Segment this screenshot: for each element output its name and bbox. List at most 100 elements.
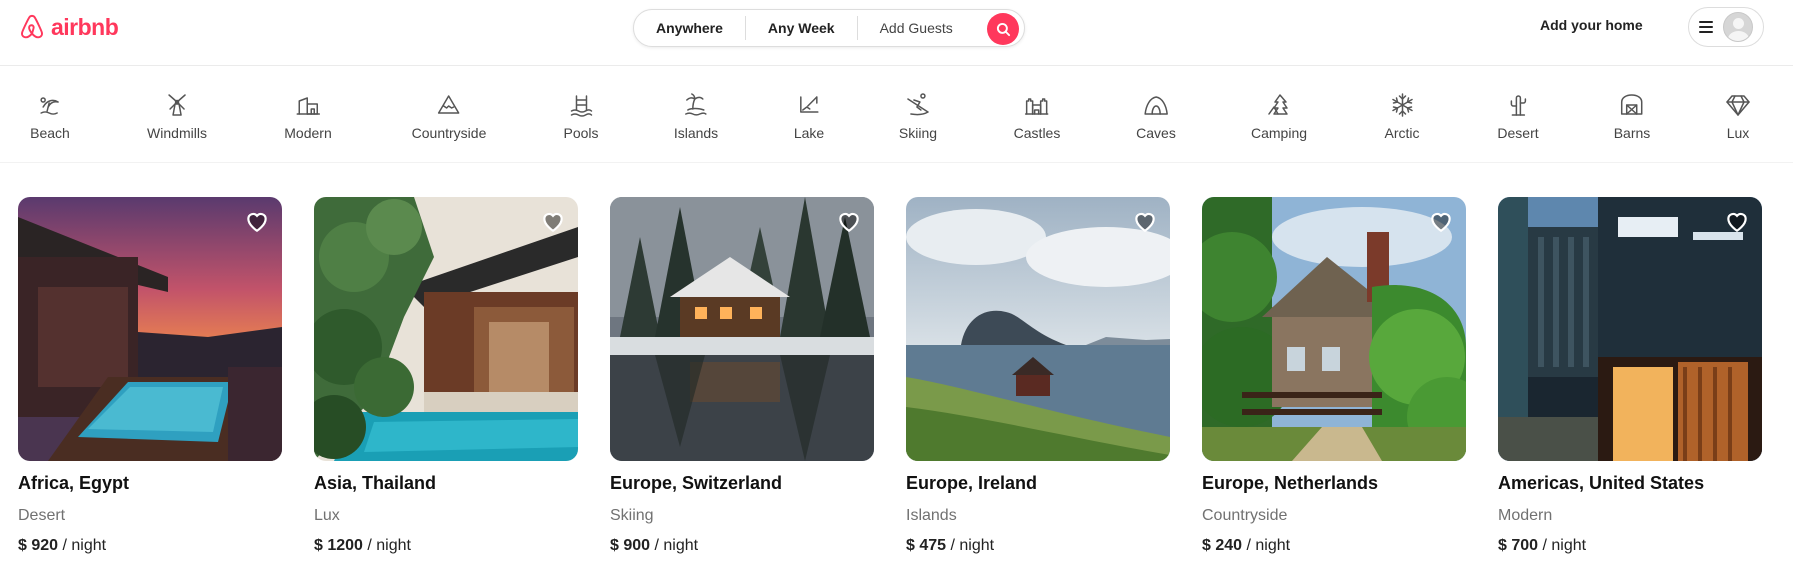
- favorite-button[interactable]: [1428, 208, 1454, 234]
- category-label: Desert: [1497, 125, 1539, 141]
- brand-name: airbnb: [51, 13, 119, 40]
- price-unit: / night: [654, 537, 699, 554]
- airbnb-logo-icon: [21, 14, 43, 39]
- category-skiing[interactable]: Skiing: [899, 92, 937, 141]
- top-header: airbnb Anywhere Any Week Add Guests Add …: [0, 0, 1793, 66]
- listing-photo[interactable]: [906, 197, 1170, 461]
- price-unit: / night: [950, 537, 995, 554]
- listing-category: Modern: [1498, 507, 1553, 524]
- category-label: Modern: [284, 125, 332, 141]
- listing-category: Lux: [314, 507, 340, 524]
- category-pools[interactable]: Pools: [563, 92, 599, 141]
- listing-price: $ 920 / night: [18, 537, 282, 555]
- listing-card[interactable]: Asia, Thailand Lux $ 1200 / night: [314, 197, 578, 555]
- category-label: Castles: [1013, 125, 1061, 141]
- pool-icon: [570, 95, 592, 117]
- favorite-button[interactable]: [1724, 208, 1750, 234]
- listing-category: Desert: [18, 507, 66, 524]
- category-label: Pools: [563, 125, 599, 141]
- listing-card[interactable]: Americas, United States Modern $ 700 / n…: [1498, 197, 1762, 555]
- price-amount: $ 920: [18, 537, 59, 554]
- castle-icon: [1025, 98, 1049, 115]
- category-camping[interactable]: Camping: [1251, 92, 1307, 141]
- price-amount: $ 240: [1202, 537, 1243, 554]
- listing-category: Islands: [906, 507, 957, 524]
- listing-photo[interactable]: [1498, 197, 1762, 461]
- dates-filter[interactable]: Any Week: [746, 17, 857, 39]
- snowflake-icon: [1391, 93, 1413, 117]
- category-lux[interactable]: Lux: [1725, 92, 1751, 141]
- category-label: Islands: [673, 125, 719, 141]
- diamond-icon: [1726, 95, 1750, 116]
- modern-house-icon: [296, 97, 320, 115]
- listing-title: Africa, Egypt: [18, 473, 130, 493]
- category-label: Beach: [30, 125, 70, 141]
- beach-icon: [40, 97, 59, 115]
- listing-category: Skiing: [610, 507, 654, 524]
- price-amount: $ 900: [610, 537, 651, 554]
- listing-card[interactable]: Europe, Switzerland Skiing $ 900 / night: [610, 197, 874, 555]
- category-lake[interactable]: Lake: [794, 92, 824, 141]
- category-windmills[interactable]: Windmills: [147, 92, 207, 141]
- listing-photo[interactable]: [1202, 197, 1466, 461]
- heart-icon: [1135, 212, 1155, 233]
- listing-title: Europe, Switzerland: [610, 473, 783, 493]
- listing-image: [906, 197, 1170, 461]
- listing-card[interactable]: Europe, Ireland Islands $ 475 / night: [906, 197, 1170, 555]
- search-bar[interactable]: Anywhere Any Week Add Guests: [633, 9, 1025, 47]
- favorite-button[interactable]: [1132, 208, 1158, 234]
- category-castles[interactable]: Castles: [1013, 92, 1061, 141]
- skiing-icon: [907, 93, 929, 116]
- listing-category: Countryside: [1202, 507, 1288, 524]
- airbnb-logo[interactable]: airbnb: [18, 11, 119, 43]
- heart-icon: [839, 212, 859, 233]
- listing-title: Asia, Thailand: [314, 473, 437, 493]
- hamburger-icon: [1699, 21, 1713, 33]
- guests-filter[interactable]: Add Guests: [858, 17, 963, 39]
- category-islands[interactable]: Islands: [674, 92, 718, 141]
- avatar: [1723, 12, 1753, 42]
- category-arctic[interactable]: Arctic: [1385, 92, 1420, 141]
- location-filter[interactable]: Anywhere: [634, 17, 745, 39]
- price-unit: / night: [367, 537, 411, 554]
- user-menu-button[interactable]: [1688, 7, 1764, 47]
- island-icon: [685, 93, 707, 116]
- heart-icon: [247, 212, 267, 233]
- listing-photo[interactable]: [314, 197, 578, 461]
- category-desert[interactable]: Desert: [1497, 92, 1539, 141]
- category-countryside[interactable]: Countryside: [411, 92, 487, 141]
- listing-card[interactable]: Africa, Egypt Desert $ 920 / night: [18, 197, 282, 555]
- listing-price: $ 1200 / night: [314, 537, 578, 555]
- category-caves[interactable]: Caves: [1136, 92, 1176, 141]
- listing-price: $ 700 / night: [1498, 537, 1762, 555]
- favorite-button[interactable]: [244, 208, 270, 234]
- category-beach[interactable]: Beach: [30, 92, 70, 141]
- listing-card[interactable]: Europe, Netherlands Countryside $ 240 / …: [1202, 197, 1466, 555]
- price-amount: $ 700: [1498, 537, 1539, 554]
- heart-icon: [543, 212, 563, 233]
- listing-photo[interactable]: [610, 197, 874, 461]
- mountain-icon: [438, 95, 460, 114]
- listing-image: [610, 197, 874, 461]
- listing-photo[interactable]: [18, 197, 282, 461]
- category-label: Countryside: [411, 125, 487, 141]
- price-unit: / night: [1246, 537, 1291, 554]
- heart-icon: [1727, 212, 1747, 233]
- listing-title: Europe, Ireland: [906, 473, 1038, 493]
- category-label: Barns: [1613, 125, 1651, 141]
- listing-title: Europe, Netherlands: [1202, 473, 1379, 493]
- favorite-button[interactable]: [836, 208, 862, 234]
- lake-icon: [800, 96, 819, 113]
- category-label: Arctic: [1384, 125, 1420, 141]
- search-button[interactable]: [987, 13, 1019, 45]
- heart-icon: [1431, 212, 1451, 233]
- favorite-button[interactable]: [540, 208, 566, 234]
- listing-image: [18, 197, 282, 461]
- price-amount: $ 475: [906, 537, 947, 554]
- add-your-home-link[interactable]: Add your home: [1540, 17, 1643, 33]
- listing-image: [1498, 197, 1762, 461]
- category-modern[interactable]: Modern: [284, 92, 332, 141]
- category-barns[interactable]: Barns: [1613, 92, 1651, 141]
- category-label: Lake: [793, 125, 825, 141]
- cave-icon: [1144, 96, 1168, 115]
